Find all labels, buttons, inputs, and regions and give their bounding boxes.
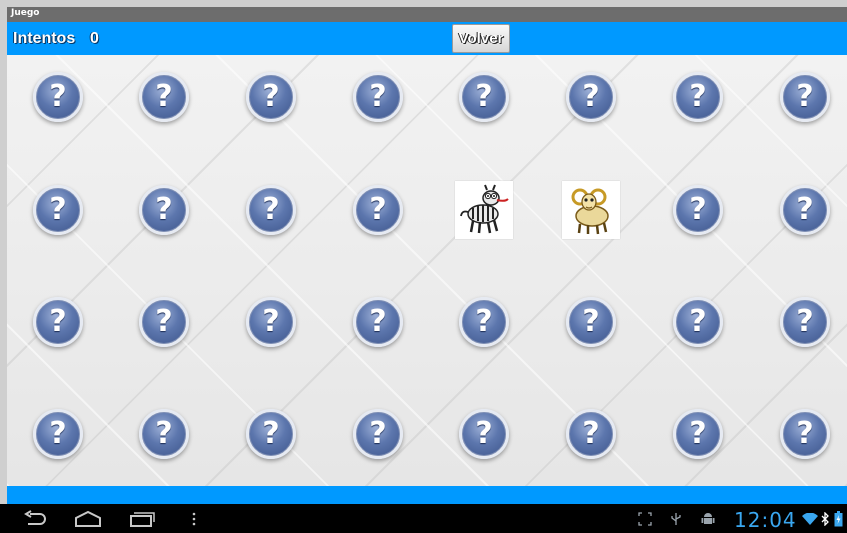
menu-icon[interactable] <box>190 510 198 528</box>
hidden-card[interactable]: ? <box>246 185 296 235</box>
hidden-card[interactable]: ? <box>246 72 296 122</box>
question-mark-icon: ? <box>155 304 173 339</box>
system-nav-bar: 12:04 <box>0 504 847 533</box>
question-mark-icon: ? <box>689 192 707 227</box>
hidden-card[interactable]: ? <box>673 185 723 235</box>
question-mark-icon: ? <box>369 304 387 339</box>
question-mark-icon: ? <box>262 304 280 339</box>
question-mark-icon: ? <box>796 416 814 451</box>
question-mark-icon: ? <box>49 192 67 227</box>
question-mark-icon: ? <box>155 192 173 227</box>
battery-icon <box>834 511 843 527</box>
hidden-card[interactable]: ? <box>673 409 723 459</box>
home-icon[interactable] <box>74 510 102 528</box>
question-mark-icon: ? <box>369 192 387 227</box>
question-mark-icon: ? <box>582 304 600 339</box>
memory-board: ?????????????????????????????? <box>7 55 847 486</box>
hidden-card[interactable]: ? <box>780 72 830 122</box>
tries-label: Intentos <box>13 30 76 47</box>
clock: 12:04 <box>734 508 797 532</box>
hidden-card[interactable]: ? <box>673 72 723 122</box>
window-title: Juego <box>11 8 40 18</box>
tries-count: 0 <box>90 30 99 47</box>
hidden-card[interactable]: ? <box>353 297 403 347</box>
wifi-icon <box>802 513 818 525</box>
back-icon[interactable] <box>22 510 48 528</box>
question-mark-icon: ? <box>475 79 493 114</box>
hidden-card[interactable]: ? <box>33 297 83 347</box>
hidden-card[interactable]: ? <box>33 185 83 235</box>
android-debug-icon <box>701 513 715 524</box>
hidden-card[interactable]: ? <box>246 297 296 347</box>
hidden-card[interactable]: ? <box>353 185 403 235</box>
hidden-card[interactable]: ? <box>459 297 509 347</box>
hidden-card[interactable]: ? <box>780 185 830 235</box>
hidden-card[interactable]: ? <box>139 185 189 235</box>
question-mark-icon: ? <box>582 416 600 451</box>
question-mark-icon: ? <box>369 79 387 114</box>
hidden-card[interactable]: ? <box>139 72 189 122</box>
card-zebra[interactable] <box>455 181 513 239</box>
question-mark-icon: ? <box>689 304 707 339</box>
ram-image <box>562 181 620 239</box>
bluetooth-icon <box>821 512 829 526</box>
screenshot-icon <box>638 512 652 526</box>
question-mark-icon: ? <box>155 416 173 451</box>
question-mark-icon: ? <box>582 79 600 114</box>
question-mark-icon: ? <box>689 79 707 114</box>
hidden-card[interactable]: ? <box>33 409 83 459</box>
question-mark-icon: ? <box>796 192 814 227</box>
hidden-card[interactable]: ? <box>780 409 830 459</box>
card-ram[interactable] <box>562 181 620 239</box>
hidden-card[interactable]: ? <box>246 409 296 459</box>
usb-icon <box>671 513 681 525</box>
hidden-card[interactable]: ? <box>353 72 403 122</box>
hidden-card[interactable]: ? <box>139 297 189 347</box>
recent-apps-icon[interactable] <box>128 510 156 528</box>
hidden-card[interactable]: ? <box>566 409 616 459</box>
app-window: Juego Intentos 0 Volver ????????????????… <box>0 0 847 533</box>
hidden-card[interactable]: ? <box>459 409 509 459</box>
action-bar: Intentos 0 Volver <box>7 22 847 55</box>
question-mark-icon: ? <box>49 304 67 339</box>
hidden-card[interactable]: ? <box>673 297 723 347</box>
question-mark-icon: ? <box>262 192 280 227</box>
question-mark-icon: ? <box>475 416 493 451</box>
question-mark-icon: ? <box>49 416 67 451</box>
hidden-card[interactable]: ? <box>139 409 189 459</box>
question-mark-icon: ? <box>689 416 707 451</box>
question-mark-icon: ? <box>262 416 280 451</box>
bottom-bar <box>7 486 847 504</box>
question-mark-icon: ? <box>369 416 387 451</box>
zebra-image <box>455 181 513 239</box>
hidden-card[interactable]: ? <box>566 297 616 347</box>
question-mark-icon: ? <box>796 304 814 339</box>
hidden-card[interactable]: ? <box>353 409 403 459</box>
hidden-card[interactable]: ? <box>780 297 830 347</box>
window-titlebar: Juego <box>7 7 847 22</box>
question-mark-icon: ? <box>475 304 493 339</box>
hidden-card[interactable]: ? <box>566 72 616 122</box>
back-button[interactable]: Volver <box>452 24 510 53</box>
question-mark-icon: ? <box>262 79 280 114</box>
question-mark-icon: ? <box>796 79 814 114</box>
question-mark-icon: ? <box>155 79 173 114</box>
question-mark-icon: ? <box>49 79 67 114</box>
hidden-card[interactable]: ? <box>33 72 83 122</box>
hidden-card[interactable]: ? <box>459 72 509 122</box>
